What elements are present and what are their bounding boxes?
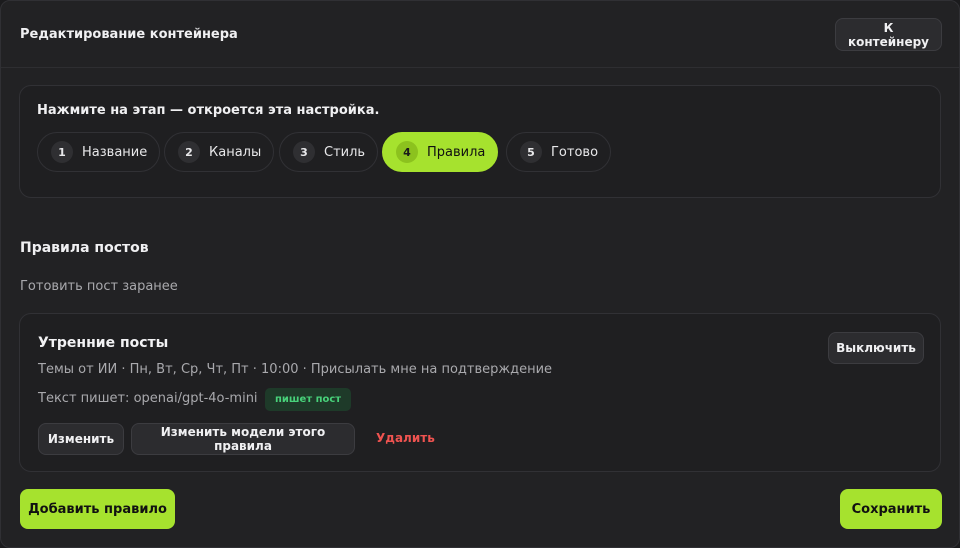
step-done[interactable]: 5 Готово	[506, 132, 612, 172]
step-number: 4	[396, 141, 418, 163]
rule-model: Текст пишет: openai/gpt-4o-mini	[38, 391, 258, 406]
steps-hint: Нажмите на этап — откроется эта настройк…	[37, 103, 380, 118]
step-label: Каналы	[209, 144, 262, 160]
page-title: Редактирование контейнера	[20, 27, 238, 42]
step-number: 2	[178, 141, 200, 163]
step-label: Название	[82, 144, 148, 160]
section-subtitle: Готовить пост заранее	[20, 279, 178, 294]
editor-window: Редактирование контейнера К контейнеру Н…	[0, 0, 960, 548]
back-to-container-button[interactable]: К контейнеру	[835, 18, 942, 51]
step-label: Стиль	[324, 144, 366, 160]
step-number: 1	[51, 141, 73, 163]
step-rules[interactable]: 4 Правила	[382, 132, 499, 172]
rule-description: Темы от ИИ · Пн, Вт, Ср, Чт, Пт · 10:00 …	[38, 362, 553, 377]
status-badge: пишет пост	[265, 388, 352, 411]
save-button[interactable]: Сохранить	[840, 489, 942, 529]
edit-models-button[interactable]: Изменить модели этого правила	[131, 423, 355, 455]
step-number: 3	[293, 141, 315, 163]
header: Редактирование контейнера К контейнеру	[1, 1, 959, 68]
step-channels[interactable]: 2 Каналы	[164, 132, 275, 172]
steps-panel: Нажмите на этап — откроется эта настройк…	[19, 85, 941, 198]
edit-rule-button[interactable]: Изменить	[38, 423, 124, 455]
disable-rule-button[interactable]: Выключить	[828, 332, 924, 364]
rule-card: Утренние посты Темы от ИИ · Пн, Вт, Ср, …	[19, 313, 941, 472]
section-title: Правила постов	[20, 240, 149, 256]
step-label: Правила	[427, 144, 486, 160]
rule-title: Утренние посты	[38, 335, 169, 351]
step-label: Готово	[551, 144, 599, 160]
delete-rule-link[interactable]: Удалить	[376, 431, 435, 445]
step-name[interactable]: 1 Название	[37, 132, 161, 172]
step-style[interactable]: 3 Стиль	[279, 132, 379, 172]
step-number: 5	[520, 141, 542, 163]
add-rule-button[interactable]: Добавить правило	[20, 489, 175, 529]
